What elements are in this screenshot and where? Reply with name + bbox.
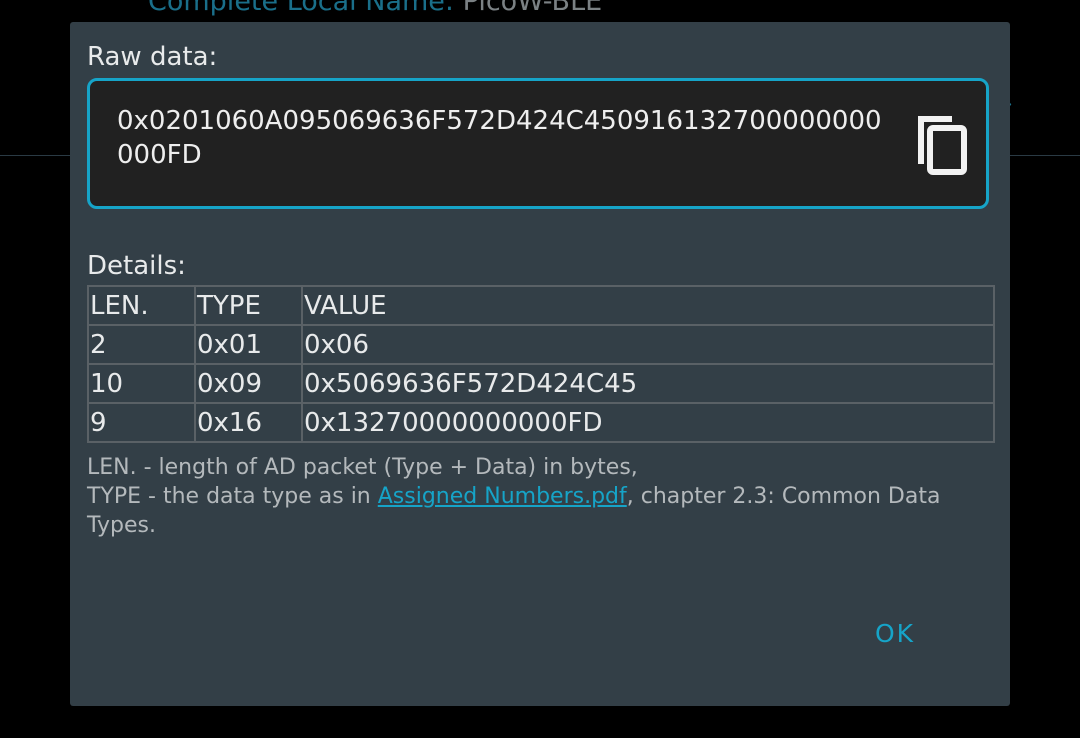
details-footnote: LEN. - length of AD packet (Type + Data)…: [87, 453, 967, 540]
copy-icon-graphic: [918, 116, 967, 175]
table-row: 10 0x09 0x5069636F572D424C45: [87, 363, 995, 404]
background-local-name-label: Complete Local Name:: [148, 0, 455, 17]
cell-type: 0x01: [194, 324, 303, 365]
details-label: Details:: [87, 251, 186, 281]
table-row: 9 0x16 0x13270000000000FD: [87, 402, 995, 443]
assigned-numbers-link[interactable]: Assigned Numbers.pdf: [378, 484, 627, 509]
cell-type: 0x16: [194, 402, 303, 443]
cell-value: 0x06: [301, 324, 995, 365]
raw-data-label: Raw data:: [87, 42, 218, 72]
raw-data-field[interactable]: 0x0201060A095069636F572D424C450916132700…: [87, 78, 989, 209]
footnote-line-len: LEN. - length of AD packet (Type + Data)…: [87, 455, 638, 480]
footnote-line-type: TYPE - the data type as in Assigned Numb…: [87, 482, 967, 540]
background-local-name: Complete Local Name: PicoW-BLE: [148, 0, 602, 17]
background-local-name-value: PicoW-BLE: [462, 0, 603, 17]
cell-value: 0x5069636F572D424C45: [301, 363, 995, 404]
header-len: LEN.: [87, 285, 196, 326]
copy-icon[interactable]: [912, 114, 970, 178]
raw-data-dialog: Raw data: 0x0201060A095069636F572D424C45…: [70, 22, 1010, 706]
header-type: TYPE: [194, 285, 303, 326]
footnote-type-prefix: TYPE - the data type as in: [87, 484, 378, 509]
cell-value: 0x13270000000000FD: [301, 402, 995, 443]
header-value: VALUE: [301, 285, 995, 326]
ok-button[interactable]: OK: [860, 614, 930, 654]
cell-len: 9: [87, 402, 196, 443]
details-table: LEN. TYPE VALUE 2 0x01 0x06 10 0x09 0x50…: [87, 285, 995, 443]
cell-len: 2: [87, 324, 196, 365]
table-header-row: LEN. TYPE VALUE: [87, 285, 995, 326]
cell-len: 10: [87, 363, 196, 404]
raw-data-value[interactable]: 0x0201060A095069636F572D424C450916132700…: [117, 104, 897, 172]
cell-type: 0x09: [194, 363, 303, 404]
table-row: 2 0x01 0x06: [87, 324, 995, 365]
